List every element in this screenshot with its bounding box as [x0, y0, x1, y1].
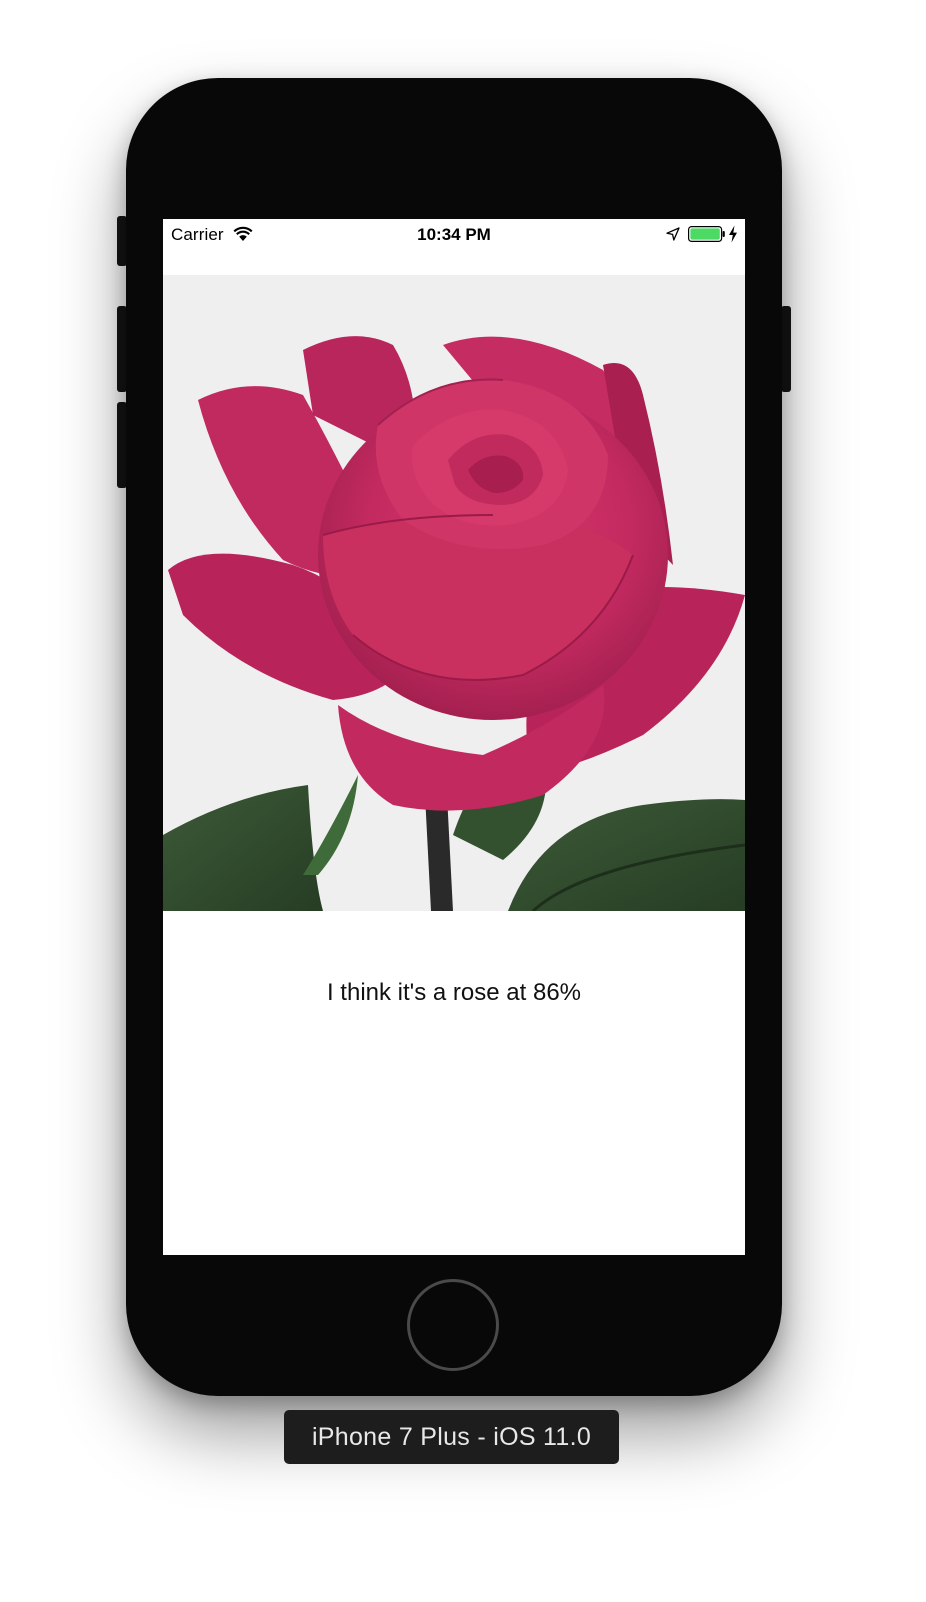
simulator-window: Carrier 10:34 PM I think it's a rose at …	[0, 0, 926, 1602]
status-time: 10:34 PM	[417, 225, 491, 244]
battery-icon	[688, 226, 725, 242]
home-button[interactable]	[407, 1279, 499, 1371]
location-arrow-icon	[666, 227, 680, 241]
prediction-result-label: I think it's a rose at 86%	[326, 979, 582, 1006]
rose-photo	[163, 275, 745, 911]
app-screen: Carrier 10:34 PM I think it's a rose at …	[163, 219, 745, 1255]
rose-illustration	[163, 275, 745, 911]
status-bar: Carrier 10:34 PM	[163, 219, 745, 249]
simulator-device-label: iPhone 7 Plus - iOS 11.0	[284, 1410, 619, 1464]
charging-bolt-icon	[729, 225, 737, 243]
power-button[interactable]	[781, 306, 791, 392]
